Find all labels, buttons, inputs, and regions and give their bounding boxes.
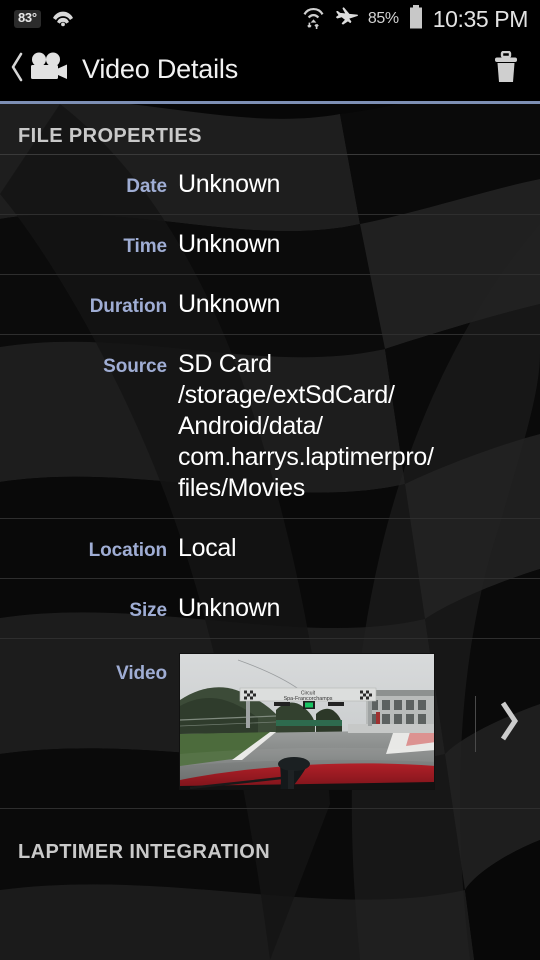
source-line: Android/data/: [178, 412, 323, 440]
app-screen: 83° 85% 10:35 PM Video Details FILE PROP…: [0, 0, 540, 960]
row-label-video: Video: [116, 663, 167, 684]
movie-camera-icon: [27, 50, 71, 89]
row-value-size: Unknown: [178, 594, 281, 622]
detail-row-time[interactable]: Time Unknown: [0, 214, 540, 274]
detail-row-date[interactable]: Date Unknown: [0, 154, 540, 214]
section-header-laptimer-integration: LAPTIMER INTEGRATION: [0, 808, 540, 870]
weather-badge: 83°: [14, 10, 41, 28]
back-chevron-icon: [8, 50, 25, 89]
trash-icon: [492, 50, 520, 89]
detail-row-location[interactable]: Location Local: [0, 518, 540, 578]
video-thumbnail[interactable]: Circuit Spa-Francorchamps: [179, 653, 435, 790]
row-label-duration: Duration: [89, 296, 167, 317]
source-line: SD Card: [178, 350, 272, 378]
section-header-file-properties: FILE PROPERTIES: [18, 125, 202, 147]
detail-row-video[interactable]: Video Circuit Spa-Francorchamps: [0, 638, 540, 808]
battery-percent-label: 85%: [367, 10, 399, 27]
wifi-icon: [301, 4, 326, 35]
row-value-date: Unknown: [178, 170, 281, 198]
detail-row-source[interactable]: Source SD Card /storage/extSdCard/ Andro…: [0, 334, 540, 518]
row-label-size: Size: [129, 600, 167, 621]
battery-icon: [408, 4, 424, 35]
action-bar: Video Details: [0, 38, 540, 101]
delete-button[interactable]: [492, 38, 540, 101]
page-title: Video Details: [82, 54, 238, 84]
source-line: files/Movies: [178, 474, 305, 502]
chevron-right-icon[interactable]: [496, 698, 522, 749]
status-bar: 83° 85% 10:35 PM: [0, 0, 540, 38]
video-thumbnail-wrapper[interactable]: Circuit Spa-Francorchamps: [179, 653, 435, 790]
detail-row-duration[interactable]: Duration Unknown: [0, 274, 540, 334]
accent-divider: [0, 101, 540, 104]
status-bar-right: 85% 10:35 PM: [301, 4, 540, 35]
status-bar-left: 83°: [0, 7, 75, 32]
source-line: com.harrys.laptimerpro/: [178, 443, 434, 471]
detail-row-size[interactable]: Size Unknown: [0, 578, 540, 638]
row-value-duration: Unknown: [178, 290, 281, 318]
video-disclosure-group[interactable]: [475, 695, 522, 752]
divider: [475, 695, 476, 752]
clock-label: 10:35 PM: [432, 5, 529, 32]
details-list[interactable]: FILE PROPERTIES Date Unknown Time Unknow…: [0, 104, 540, 960]
row-value-source: SD Card /storage/extSdCard/ Android/data…: [178, 349, 434, 504]
row-label-source: Source: [103, 356, 167, 377]
row-label-date: Date: [126, 176, 167, 197]
row-value-location: Local: [178, 534, 237, 562]
row-label-location: Location: [88, 540, 167, 561]
source-line: /storage/extSdCard/: [178, 381, 395, 409]
row-label-time: Time: [123, 236, 167, 257]
row-value-time: Unknown: [178, 230, 281, 258]
back-button[interactable]: [0, 38, 71, 101]
nfc-icon: [51, 7, 75, 32]
airplane-mode-icon: [335, 6, 359, 33]
